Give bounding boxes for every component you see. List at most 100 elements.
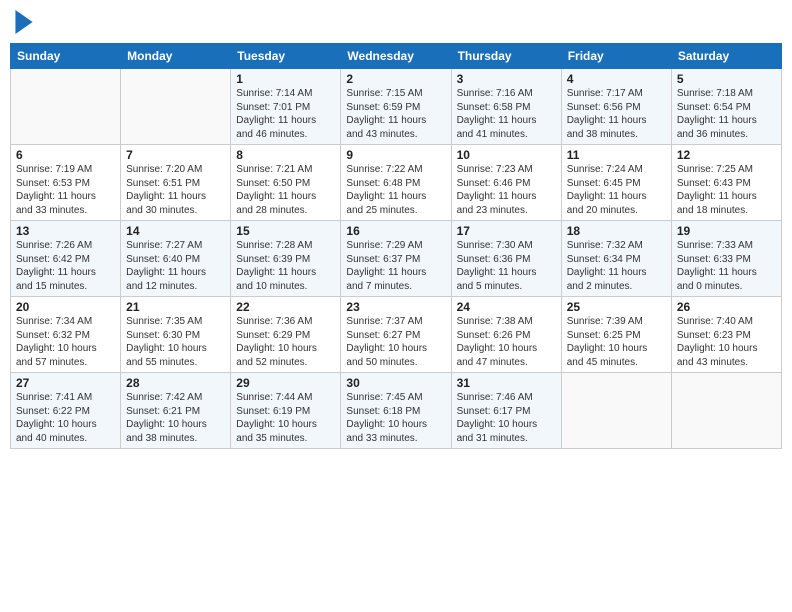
calendar-cell: 23Sunrise: 7:37 AM Sunset: 6:27 PM Dayli… <box>341 297 451 373</box>
calendar-cell: 12Sunrise: 7:25 AM Sunset: 6:43 PM Dayli… <box>671 145 781 221</box>
calendar-cell: 20Sunrise: 7:34 AM Sunset: 6:32 PM Dayli… <box>11 297 121 373</box>
day-of-week-saturday: Saturday <box>671 44 781 69</box>
day-number: 2 <box>346 72 445 86</box>
day-number: 8 <box>236 148 335 162</box>
week-row-2: 6Sunrise: 7:19 AM Sunset: 6:53 PM Daylig… <box>11 145 782 221</box>
calendar-body: 1Sunrise: 7:14 AM Sunset: 7:01 PM Daylig… <box>11 69 782 449</box>
calendar-cell: 21Sunrise: 7:35 AM Sunset: 6:30 PM Dayli… <box>121 297 231 373</box>
day-number: 13 <box>16 224 115 238</box>
day-detail: Sunrise: 7:21 AM Sunset: 6:50 PM Dayligh… <box>236 163 335 217</box>
calendar-cell: 3Sunrise: 7:16 AM Sunset: 6:58 PM Daylig… <box>451 69 561 145</box>
day-detail: Sunrise: 7:16 AM Sunset: 6:58 PM Dayligh… <box>457 87 556 141</box>
day-detail: Sunrise: 7:29 AM Sunset: 6:37 PM Dayligh… <box>346 239 445 293</box>
day-detail: Sunrise: 7:23 AM Sunset: 6:46 PM Dayligh… <box>457 163 556 217</box>
day-detail: Sunrise: 7:34 AM Sunset: 6:32 PM Dayligh… <box>16 315 115 369</box>
day-number: 20 <box>16 300 115 314</box>
calendar-cell: 1Sunrise: 7:14 AM Sunset: 7:01 PM Daylig… <box>231 69 341 145</box>
day-detail: Sunrise: 7:15 AM Sunset: 6:59 PM Dayligh… <box>346 87 445 141</box>
day-detail: Sunrise: 7:22 AM Sunset: 6:48 PM Dayligh… <box>346 163 445 217</box>
calendar-cell: 16Sunrise: 7:29 AM Sunset: 6:37 PM Dayli… <box>341 221 451 297</box>
calendar-cell: 10Sunrise: 7:23 AM Sunset: 6:46 PM Dayli… <box>451 145 561 221</box>
day-detail: Sunrise: 7:19 AM Sunset: 6:53 PM Dayligh… <box>16 163 115 217</box>
day-number: 26 <box>677 300 776 314</box>
week-row-5: 27Sunrise: 7:41 AM Sunset: 6:22 PM Dayli… <box>11 373 782 449</box>
day-detail: Sunrise: 7:30 AM Sunset: 6:36 PM Dayligh… <box>457 239 556 293</box>
day-number: 25 <box>567 300 666 314</box>
day-detail: Sunrise: 7:40 AM Sunset: 6:23 PM Dayligh… <box>677 315 776 369</box>
day-of-week-tuesday: Tuesday <box>231 44 341 69</box>
day-number: 30 <box>346 376 445 390</box>
day-number: 12 <box>677 148 776 162</box>
day-number: 14 <box>126 224 225 238</box>
day-detail: Sunrise: 7:39 AM Sunset: 6:25 PM Dayligh… <box>567 315 666 369</box>
day-number: 19 <box>677 224 776 238</box>
calendar-cell <box>121 69 231 145</box>
day-detail: Sunrise: 7:37 AM Sunset: 6:27 PM Dayligh… <box>346 315 445 369</box>
day-of-week-monday: Monday <box>121 44 231 69</box>
calendar-cell: 27Sunrise: 7:41 AM Sunset: 6:22 PM Dayli… <box>11 373 121 449</box>
calendar-header: SundayMondayTuesdayWednesdayThursdayFrid… <box>11 44 782 69</box>
day-number: 6 <box>16 148 115 162</box>
calendar-cell: 15Sunrise: 7:28 AM Sunset: 6:39 PM Dayli… <box>231 221 341 297</box>
calendar-cell: 2Sunrise: 7:15 AM Sunset: 6:59 PM Daylig… <box>341 69 451 145</box>
day-number: 27 <box>16 376 115 390</box>
day-number: 3 <box>457 72 556 86</box>
day-detail: Sunrise: 7:26 AM Sunset: 6:42 PM Dayligh… <box>16 239 115 293</box>
day-number: 31 <box>457 376 556 390</box>
calendar-cell: 22Sunrise: 7:36 AM Sunset: 6:29 PM Dayli… <box>231 297 341 373</box>
day-number: 11 <box>567 148 666 162</box>
calendar-cell <box>671 373 781 449</box>
calendar-cell: 24Sunrise: 7:38 AM Sunset: 6:26 PM Dayli… <box>451 297 561 373</box>
day-detail: Sunrise: 7:28 AM Sunset: 6:39 PM Dayligh… <box>236 239 335 293</box>
day-of-week-sunday: Sunday <box>11 44 121 69</box>
day-number: 1 <box>236 72 335 86</box>
calendar-cell: 31Sunrise: 7:46 AM Sunset: 6:17 PM Dayli… <box>451 373 561 449</box>
day-detail: Sunrise: 7:33 AM Sunset: 6:33 PM Dayligh… <box>677 239 776 293</box>
day-number: 24 <box>457 300 556 314</box>
day-number: 15 <box>236 224 335 238</box>
day-of-week-wednesday: Wednesday <box>341 44 451 69</box>
calendar-cell: 29Sunrise: 7:44 AM Sunset: 6:19 PM Dayli… <box>231 373 341 449</box>
day-of-week-friday: Friday <box>561 44 671 69</box>
calendar-cell: 14Sunrise: 7:27 AM Sunset: 6:40 PM Dayli… <box>121 221 231 297</box>
page-header <box>10 10 782 39</box>
logo-icon <box>14 10 34 34</box>
day-detail: Sunrise: 7:46 AM Sunset: 6:17 PM Dayligh… <box>457 391 556 445</box>
logo <box>14 10 36 39</box>
calendar-cell: 13Sunrise: 7:26 AM Sunset: 6:42 PM Dayli… <box>11 221 121 297</box>
calendar-cell: 17Sunrise: 7:30 AM Sunset: 6:36 PM Dayli… <box>451 221 561 297</box>
day-number: 10 <box>457 148 556 162</box>
day-detail: Sunrise: 7:32 AM Sunset: 6:34 PM Dayligh… <box>567 239 666 293</box>
day-detail: Sunrise: 7:18 AM Sunset: 6:54 PM Dayligh… <box>677 87 776 141</box>
calendar-cell: 6Sunrise: 7:19 AM Sunset: 6:53 PM Daylig… <box>11 145 121 221</box>
day-detail: Sunrise: 7:38 AM Sunset: 6:26 PM Dayligh… <box>457 315 556 369</box>
day-number: 16 <box>346 224 445 238</box>
day-detail: Sunrise: 7:25 AM Sunset: 6:43 PM Dayligh… <box>677 163 776 217</box>
day-detail: Sunrise: 7:20 AM Sunset: 6:51 PM Dayligh… <box>126 163 225 217</box>
day-number: 9 <box>346 148 445 162</box>
day-of-week-thursday: Thursday <box>451 44 561 69</box>
day-detail: Sunrise: 7:41 AM Sunset: 6:22 PM Dayligh… <box>16 391 115 445</box>
calendar-cell: 25Sunrise: 7:39 AM Sunset: 6:25 PM Dayli… <box>561 297 671 373</box>
calendar-cell: 30Sunrise: 7:45 AM Sunset: 6:18 PM Dayli… <box>341 373 451 449</box>
day-number: 18 <box>567 224 666 238</box>
day-detail: Sunrise: 7:14 AM Sunset: 7:01 PM Dayligh… <box>236 87 335 141</box>
calendar-cell: 8Sunrise: 7:21 AM Sunset: 6:50 PM Daylig… <box>231 145 341 221</box>
day-number: 28 <box>126 376 225 390</box>
calendar-cell: 7Sunrise: 7:20 AM Sunset: 6:51 PM Daylig… <box>121 145 231 221</box>
day-number: 29 <box>236 376 335 390</box>
calendar-cell: 28Sunrise: 7:42 AM Sunset: 6:21 PM Dayli… <box>121 373 231 449</box>
day-number: 21 <box>126 300 225 314</box>
calendar-cell: 11Sunrise: 7:24 AM Sunset: 6:45 PM Dayli… <box>561 145 671 221</box>
calendar-cell: 5Sunrise: 7:18 AM Sunset: 6:54 PM Daylig… <box>671 69 781 145</box>
week-row-3: 13Sunrise: 7:26 AM Sunset: 6:42 PM Dayli… <box>11 221 782 297</box>
calendar-cell: 19Sunrise: 7:33 AM Sunset: 6:33 PM Dayli… <box>671 221 781 297</box>
calendar-cell: 26Sunrise: 7:40 AM Sunset: 6:23 PM Dayli… <box>671 297 781 373</box>
day-detail: Sunrise: 7:44 AM Sunset: 6:19 PM Dayligh… <box>236 391 335 445</box>
day-detail: Sunrise: 7:35 AM Sunset: 6:30 PM Dayligh… <box>126 315 225 369</box>
calendar-cell <box>561 373 671 449</box>
calendar-table: SundayMondayTuesdayWednesdayThursdayFrid… <box>10 43 782 449</box>
day-number: 17 <box>457 224 556 238</box>
day-number: 7 <box>126 148 225 162</box>
day-detail: Sunrise: 7:27 AM Sunset: 6:40 PM Dayligh… <box>126 239 225 293</box>
